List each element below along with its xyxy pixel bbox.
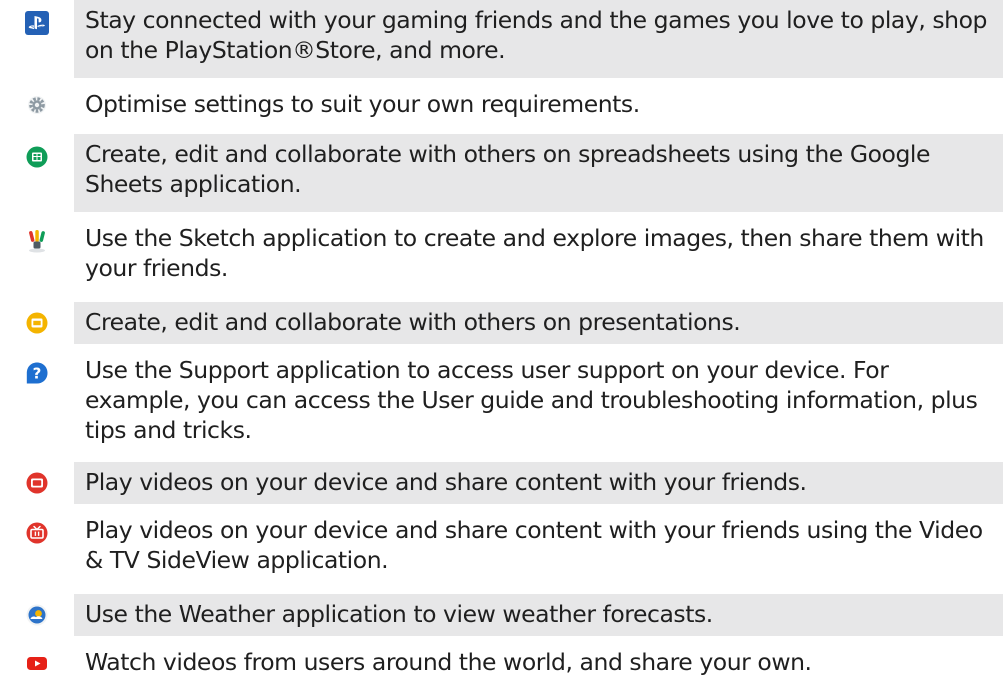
app-icon-cell xyxy=(0,218,74,264)
app-description: Stay connected with your gaming friends … xyxy=(74,0,1003,78)
video-icon xyxy=(26,472,48,494)
app-icon-cell xyxy=(0,510,74,556)
app-description: Watch videos from users around the world… xyxy=(74,642,1003,684)
app-row-weather: Use the Weather application to view weat… xyxy=(0,594,1003,636)
app-row-youtube: Watch videos from users around the world… xyxy=(0,642,1003,684)
sketch-brush-icon xyxy=(29,230,45,253)
youtube-icon xyxy=(27,657,47,670)
settings-gear-icon xyxy=(28,96,46,114)
app-icon-cell xyxy=(0,462,74,504)
app-row-video: Play videos on your device and share con… xyxy=(0,462,1003,504)
app-row-settings: Optimise settings to suit your own requi… xyxy=(0,84,1003,126)
app-description: Play videos on your device and share con… xyxy=(74,462,1003,504)
app-icon-cell xyxy=(0,642,74,684)
app-icon-cell xyxy=(0,134,74,180)
app-row-google-slides: Create, edit and collaborate with others… xyxy=(0,302,1003,344)
app-row-support: ? Use the Support application to access … xyxy=(0,350,1003,456)
video-tv-sideview-icon xyxy=(26,522,48,544)
app-icon-cell xyxy=(0,0,74,46)
playstation-icon xyxy=(25,11,49,35)
app-description: Play videos on your device and share con… xyxy=(74,510,1003,588)
app-icon-cell xyxy=(0,302,74,344)
app-row-playstation: Stay connected with your gaming friends … xyxy=(0,0,1003,78)
app-icon-cell: ? xyxy=(0,350,74,396)
app-description: Use the Sketch application to create and… xyxy=(74,218,1003,296)
support-question-icon: ? xyxy=(26,362,48,384)
app-description: Optimise settings to suit your own requi… xyxy=(74,84,1003,126)
app-icon-cell xyxy=(0,594,74,636)
app-description: Create, edit and collaborate with others… xyxy=(74,302,1003,344)
google-slides-icon xyxy=(26,312,48,334)
app-row-sketch: Use the Sketch application to create and… xyxy=(0,218,1003,296)
app-description: Use the Weather application to view weat… xyxy=(74,594,1003,636)
app-description: Use the Support application to access us… xyxy=(74,350,1003,456)
app-row-video-tv-sideview: Play videos on your device and share con… xyxy=(0,510,1003,588)
google-sheets-icon xyxy=(26,146,48,168)
svg-text:?: ? xyxy=(33,365,42,383)
app-row-google-sheets: Create, edit and collaborate with others… xyxy=(0,134,1003,212)
app-list: Stay connected with your gaming friends … xyxy=(0,0,1003,684)
app-icon-cell xyxy=(0,84,74,126)
weather-icon xyxy=(26,604,48,626)
app-description: Create, edit and collaborate with others… xyxy=(74,134,1003,212)
